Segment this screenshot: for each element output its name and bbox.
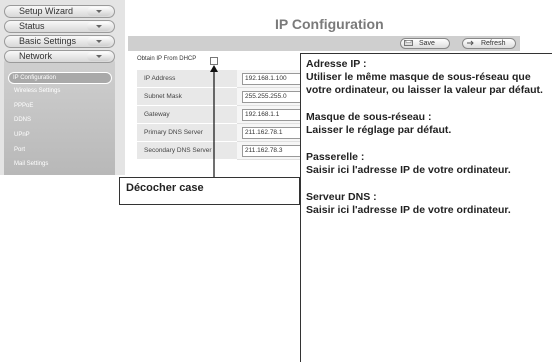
dns-note: Serveur DNS : Saisir ici l'adresse IP de…	[306, 191, 552, 217]
gateway-note-text: Saisir ici l'adresse IP de votre ordinat…	[306, 164, 511, 176]
ip-note-title: Adresse IP :	[306, 58, 367, 70]
mask-note-title: Masque de sous-réseau :	[306, 111, 432, 123]
dns-note-text: Saisir ici l'adresse IP de votre ordinat…	[306, 204, 511, 216]
dns-note-title: Serveur DNS :	[306, 191, 377, 203]
explanation-callout: Adresse IP : Utiliser le même masque de …	[300, 53, 552, 362]
ip-note: Adresse IP : Utiliser le même masque de …	[306, 58, 552, 97]
ip-note-text: Utiliser le même masque de sous-réseau q…	[306, 71, 543, 96]
mask-note: Masque de sous-réseau : Laisser le régla…	[306, 111, 552, 137]
gateway-note: Passerelle : Saisir ici l'adresse IP de …	[306, 151, 552, 177]
mask-note-text: Laisser le réglage par défaut.	[306, 124, 452, 136]
gateway-note-title: Passerelle :	[306, 151, 365, 163]
